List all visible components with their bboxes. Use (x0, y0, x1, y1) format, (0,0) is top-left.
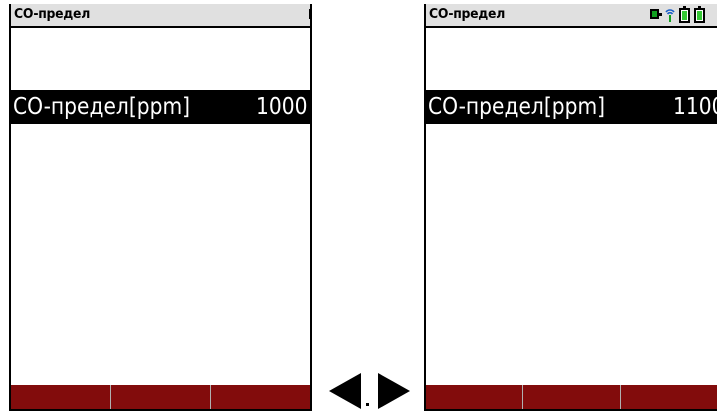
title-bar: CO-предел (426, 4, 717, 28)
softkey-bar (426, 385, 717, 409)
co-limit-row[interactable]: CO-предел[ppm] 1100 (426, 90, 717, 124)
device-icon (309, 9, 310, 19)
signal-icon (665, 9, 675, 22)
softkey-right[interactable] (211, 385, 310, 409)
navigation-arrows (329, 373, 413, 409)
battery-icon (694, 6, 705, 23)
device-screen-before: CO-предел CO-предел[ppm] 1000 (9, 4, 312, 411)
softkey-bar (11, 385, 310, 409)
separator-dot (366, 403, 369, 406)
softkey-middle[interactable] (111, 385, 211, 409)
co-limit-row[interactable]: CO-предел[ppm] 1000 (11, 90, 310, 124)
softkey-left[interactable] (426, 385, 524, 409)
title-bar: CO-предел (11, 4, 310, 28)
co-limit-label: CO-предел[ppm] (428, 94, 606, 120)
screen-title: CO-предел (429, 6, 506, 22)
co-limit-value[interactable]: 1000 (256, 90, 308, 124)
softkey-right[interactable] (620, 385, 717, 409)
co-limit-label: CO-предел[ppm] (13, 94, 191, 120)
battery-icon (679, 6, 690, 23)
screen-title: CO-предел (14, 6, 91, 22)
device-icon (650, 9, 662, 19)
softkey-middle[interactable] (523, 385, 621, 409)
co-limit-value[interactable]: 1100 (673, 90, 717, 124)
right-arrow-icon[interactable] (378, 373, 410, 409)
left-arrow-icon[interactable] (329, 373, 361, 409)
device-screen-after: CO-предел CO-предел[ppm] 1100 (424, 4, 717, 411)
softkey-left[interactable] (11, 385, 111, 409)
